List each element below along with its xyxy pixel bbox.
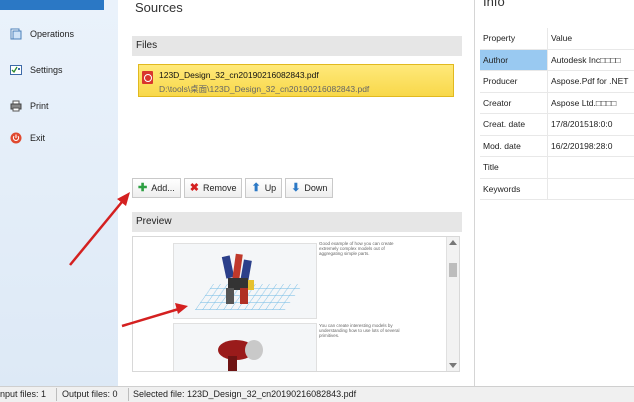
info-table: Property Value Author Autodesk Inc□□□□ P… — [480, 28, 634, 200]
add-label: Add... — [151, 183, 175, 193]
value-header: Value — [548, 28, 634, 49]
sidebar-item-print[interactable]: Print — [10, 97, 49, 115]
model-figure-icon — [212, 250, 272, 310]
preview-text-1: Good example of how you can create extre… — [319, 241, 409, 256]
file-list-item[interactable]: 123D_Design_32_cn20190216082843.pdf D:\t… — [138, 64, 454, 97]
info-title: Info — [483, 0, 505, 9]
table-row[interactable]: Author Autodesk Inc□□□□ — [480, 49, 634, 71]
power-icon — [10, 132, 22, 144]
scroll-down-icon[interactable] — [449, 363, 457, 368]
table-row[interactable]: Mod. date 16/2/20198:28:0 — [480, 135, 634, 157]
remove-button[interactable]: ✖ Remove — [184, 178, 243, 198]
scroll-up-icon[interactable] — [449, 240, 457, 245]
value-cell: Autodesk Inc□□□□ — [548, 49, 634, 71]
value-cell — [548, 178, 634, 200]
printer-icon — [10, 100, 22, 112]
sidebar-item-label: Operations — [30, 29, 74, 39]
status-divider — [56, 388, 57, 401]
preview-image-bottom — [173, 323, 317, 372]
property-cell: Keywords — [480, 178, 548, 200]
sidebar: Operations Settings Print Exit — [0, 0, 119, 386]
sidebar-item-exit[interactable]: Exit — [10, 129, 45, 147]
sidebar-item-sources-selected[interactable] — [0, 0, 104, 10]
sidebar-item-label: Exit — [30, 133, 45, 143]
files-header: Files — [132, 36, 462, 56]
property-cell: Author — [480, 49, 548, 71]
operations-icon — [10, 28, 22, 40]
selected-file-status: Selected file: 123D_Design_32_cn20190216… — [133, 387, 356, 402]
pdf-icon — [142, 71, 153, 84]
value-cell: Aspose.Pdf for .NET — [548, 71, 634, 93]
up-button[interactable]: ⬆ Up — [245, 178, 282, 198]
add-button[interactable]: ✚ Add... — [132, 178, 181, 198]
sidebar-item-operations[interactable]: Operations — [10, 25, 74, 43]
info-panel: Info Property Value Author Autodesk Inc□… — [474, 0, 634, 386]
file-toolbar: ✚ Add... ✖ Remove ⬆ Up ⬇ Down — [132, 178, 333, 198]
sources-title: Sources — [135, 0, 183, 15]
down-label: Down — [304, 183, 327, 193]
remove-label: Remove — [203, 183, 237, 193]
table-header-row: Property Value — [480, 28, 634, 49]
down-button[interactable]: ⬇ Down — [285, 178, 333, 198]
hairdryer-figure-icon — [210, 336, 280, 372]
value-cell: Aspose Ltd.□□□□ — [548, 92, 634, 114]
arrow-up-icon: ⬆ — [251, 183, 260, 194]
table-row[interactable]: Creator Aspose Ltd.□□□□ — [480, 92, 634, 114]
property-cell: Creat. date — [480, 114, 548, 136]
sidebar-item-settings[interactable]: Settings — [10, 61, 63, 79]
property-cell: Title — [480, 157, 548, 179]
property-cell: Creator — [480, 92, 548, 114]
preview-scrollbar[interactable] — [446, 237, 459, 371]
file-name: 123D_Design_32_cn20190216082843.pdf — [159, 70, 319, 80]
value-cell — [548, 157, 634, 179]
preview-area[interactable]: Good example of how you can create extre… — [132, 236, 460, 372]
settings-icon — [10, 64, 22, 76]
preview-header: Preview — [132, 212, 462, 232]
table-row[interactable]: Producer Aspose.Pdf for .NET — [480, 71, 634, 93]
arrow-down-icon: ⬇ — [291, 183, 300, 194]
value-cell: 17/8/201518:0:0 — [548, 114, 634, 136]
table-row[interactable]: Creat. date 17/8/201518:0:0 — [480, 114, 634, 136]
value-cell: 16/2/20198:28:0 — [548, 135, 634, 157]
property-cell: Producer — [480, 71, 548, 93]
status-divider — [128, 388, 129, 401]
file-path: D:\tools\桌面\123D_Design_32_cn20190216082… — [159, 83, 369, 95]
scroll-thumb[interactable] — [449, 263, 457, 277]
output-files-status: Output files: 0 — [62, 387, 118, 402]
property-cell: Mod. date — [480, 135, 548, 157]
sidebar-item-label: Settings — [30, 65, 63, 75]
preview-image-top — [173, 243, 317, 319]
property-header: Property — [480, 28, 548, 49]
remove-icon: ✖ — [190, 183, 199, 194]
input-files-status: nput files: 1 — [0, 387, 46, 402]
table-row[interactable]: Title — [480, 157, 634, 179]
table-row[interactable]: Keywords — [480, 178, 634, 200]
sidebar-item-label: Print — [30, 101, 49, 111]
plus-icon: ✚ — [138, 183, 147, 194]
sources-panel: Sources Files 123D_Design_32_cn201902160… — [118, 0, 474, 386]
status-bar: nput files: 1 Output files: 0 Selected f… — [0, 386, 634, 402]
up-label: Up — [265, 183, 277, 193]
preview-text-2: You can create interesting models by und… — [319, 323, 409, 338]
